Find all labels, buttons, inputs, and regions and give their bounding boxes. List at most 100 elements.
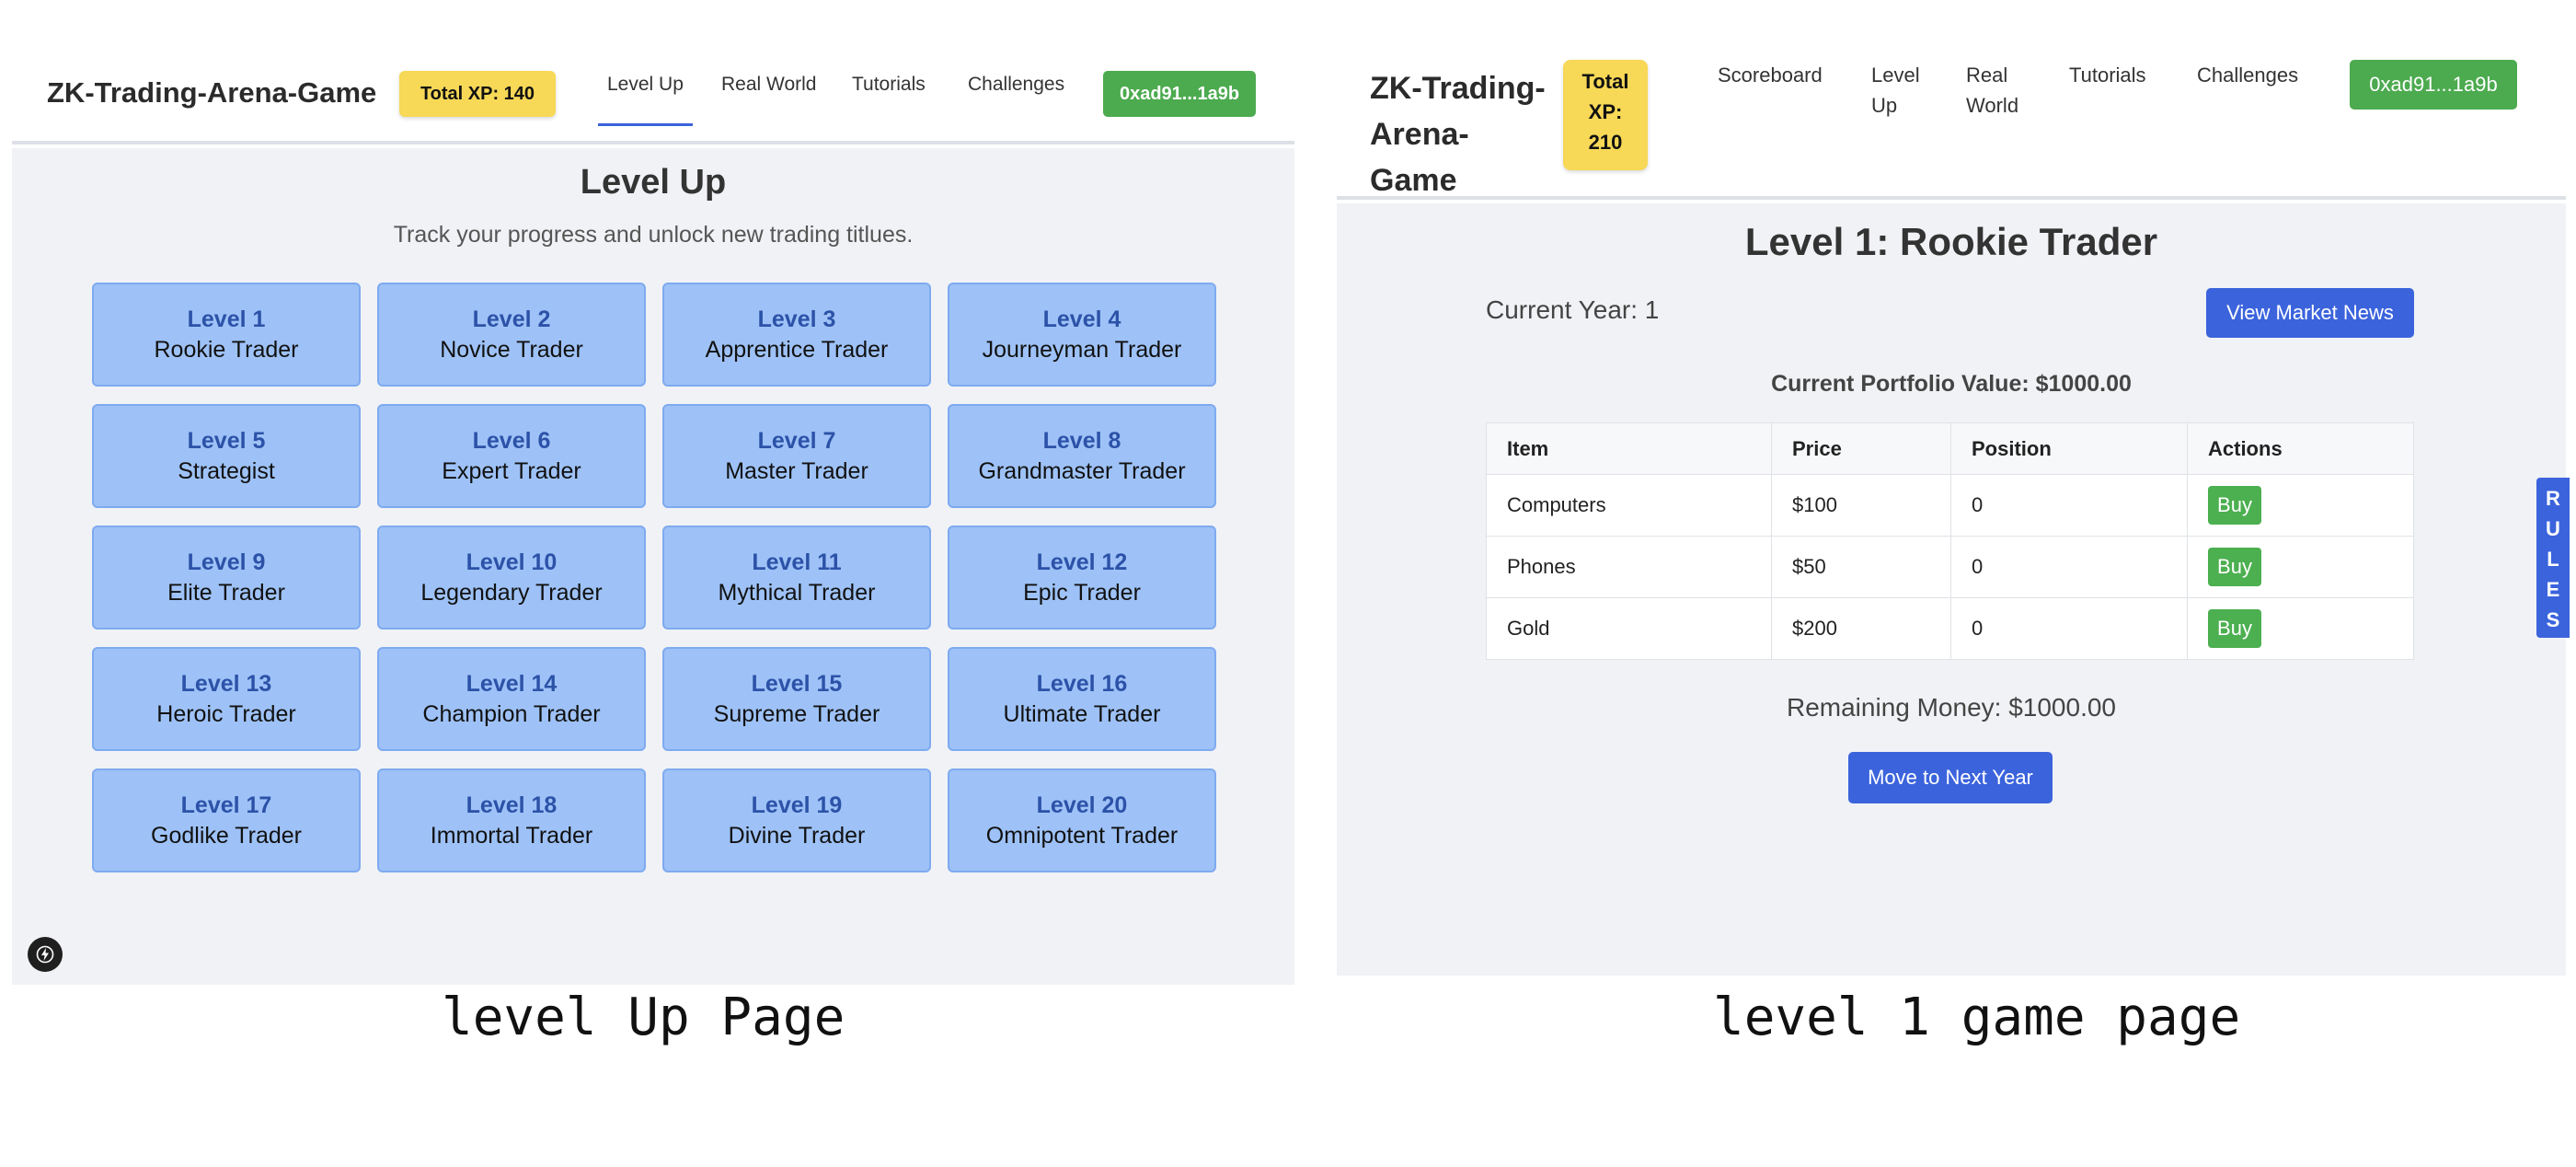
- column-header-item: Item: [1486, 422, 1772, 475]
- level-card[interactable]: Level 8 Grandmaster Trader: [948, 404, 1216, 508]
- level-number: Level 12: [1036, 549, 1128, 575]
- nav-level-up[interactable]: Level Up: [1871, 60, 1920, 121]
- view-market-news-button[interactable]: View Market News: [2206, 288, 2414, 338]
- level-card[interactable]: Level 5 Strategist: [92, 404, 361, 508]
- nav-label: Scoreboard: [1718, 64, 1823, 87]
- level-title: Immortal Trader: [430, 822, 593, 849]
- level-title: Expert Trader: [442, 457, 581, 484]
- level-title: Divine Trader: [728, 822, 866, 849]
- level-1-game-page-screenshot: ZK-Trading- Arena-Game Total XP: 210 Sco…: [1337, 52, 2570, 976]
- level-card[interactable]: Level 20 Omnipotent Trader: [948, 768, 1216, 872]
- level-card[interactable]: Level 18 Immortal Trader: [377, 768, 646, 872]
- level-card[interactable]: Level 3 Apprentice Trader: [662, 283, 931, 387]
- price-cell: $100: [1771, 474, 1951, 537]
- brand-line: ZK-Trading-: [1370, 71, 1546, 106]
- position-cell: 0: [1950, 597, 2188, 660]
- level-title: Strategist: [178, 457, 275, 484]
- level-number: Level 14: [466, 670, 558, 697]
- level-card[interactable]: Level 12 Epic Trader: [948, 526, 1216, 630]
- level-number: Level 3: [757, 306, 836, 332]
- xp-badge-value: 210: [1588, 131, 1623, 154]
- nav-label: Level: [1871, 64, 1920, 87]
- level-up-page-screenshot: ZK-Trading-Arena-Game Total XP: 140 Leve…: [12, 52, 1294, 985]
- position-cell: 0: [1950, 474, 2188, 537]
- total-xp-badge: Total XP: 140: [399, 71, 556, 117]
- brand-title[interactable]: ZK-Trading-Arena-Game: [47, 76, 376, 110]
- level-card[interactable]: Level 19 Divine Trader: [662, 768, 931, 872]
- level-number: Level 2: [472, 306, 551, 332]
- level-card[interactable]: Level 7 Master Trader: [662, 404, 931, 508]
- page-subtitle: Track your progress and unlock new tradi…: [393, 222, 914, 248]
- level-card[interactable]: Level 9 Elite Trader: [92, 526, 361, 630]
- level-number: Level 11: [752, 549, 842, 575]
- level-title: Level 1: Rookie Trader: [1744, 220, 2158, 263]
- level-number: Level 19: [751, 791, 843, 818]
- level-title: Rookie Trader: [154, 336, 299, 363]
- buy-button[interactable]: Buy: [2208, 486, 2261, 525]
- level-card[interactable]: Level 15 Supreme Trader: [662, 647, 931, 751]
- nav-challenges[interactable]: Challenges: [2197, 60, 2298, 90]
- remaining-money-label: Remaining Money: $1000.00: [1786, 693, 2116, 722]
- actions-cell: Buy: [2187, 536, 2414, 598]
- bolt-icon[interactable]: [28, 937, 63, 972]
- level-number: Level 13: [180, 670, 272, 697]
- table-row: Phones $50 0 Buy: [1486, 536, 2414, 598]
- level-title: Champion Trader: [422, 700, 601, 727]
- level-card[interactable]: Level 11 Mythical Trader: [662, 526, 931, 630]
- wallet-address-button[interactable]: 0xad91...1a9b: [1103, 71, 1256, 117]
- item-cell: Computers: [1486, 474, 1772, 537]
- nav-label: Challenges: [2197, 64, 2299, 87]
- rules-letter: L: [2547, 548, 2559, 571]
- brand-title[interactable]: ZK-Trading- Arena-Game: [1370, 65, 1554, 203]
- nav-scoreboard[interactable]: Scoreboard: [1718, 60, 1823, 90]
- level-number: Level 7: [757, 427, 836, 454]
- price-cell: $50: [1771, 536, 1951, 598]
- level-card[interactable]: Level 4 Journeyman Trader: [948, 283, 1216, 387]
- level-card[interactable]: Level 14 Champion Trader: [377, 647, 646, 751]
- level-number: Level 8: [1042, 427, 1121, 454]
- level-number: Level 9: [187, 549, 266, 575]
- level-title: Novice Trader: [440, 336, 583, 363]
- level-title: Master Trader: [725, 457, 868, 484]
- rules-letter: E: [2546, 578, 2560, 601]
- level-card[interactable]: Level 2 Novice Trader: [377, 283, 646, 387]
- trading-table: Item Price Position Actions Computers $1…: [1486, 422, 2414, 660]
- actions-cell: Buy: [2187, 597, 2414, 660]
- nav-real-world[interactable]: Real World: [721, 74, 816, 96]
- level-card[interactable]: Level 13 Heroic Trader: [92, 647, 361, 751]
- table-row: Computers $100 0 Buy: [1486, 474, 2414, 537]
- level-number: Level 5: [187, 427, 266, 454]
- nav-label: Real: [1966, 64, 2008, 87]
- price-cell: $200: [1771, 597, 1951, 660]
- nav-real-world[interactable]: Real World: [1966, 60, 2018, 121]
- column-header-price: Price: [1771, 422, 1951, 475]
- level-card[interactable]: Level 10 Legendary Trader: [377, 526, 646, 630]
- xp-badge-line: Total: [1581, 70, 1629, 93]
- level-number: Level 6: [472, 427, 551, 454]
- buy-button[interactable]: Buy: [2208, 548, 2261, 586]
- nav-level-up[interactable]: Level Up: [598, 74, 693, 126]
- column-header-position: Position: [1950, 422, 2188, 475]
- move-to-next-year-button[interactable]: Move to Next Year: [1848, 752, 2053, 803]
- nav-challenges[interactable]: Challenges: [968, 74, 1064, 96]
- level-card[interactable]: Level 17 Godlike Trader: [92, 768, 361, 872]
- level-grid: Level 1 Rookie Trader Level 2 Novice Trader…: [92, 283, 1218, 872]
- xp-badge-line: XP:: [1588, 100, 1623, 123]
- level-card[interactable]: Level 6 Expert Trader: [377, 404, 646, 508]
- wallet-address-button[interactable]: 0xad91...1a9b: [2350, 60, 2517, 110]
- level-card[interactable]: Level 1 Rookie Trader: [92, 283, 361, 387]
- level-title: Journeyman Trader: [982, 336, 1182, 363]
- level-number: Level 10: [466, 549, 558, 575]
- column-header-actions: Actions: [2187, 422, 2414, 475]
- rules-side-tab[interactable]: R U L E S: [2536, 478, 2570, 638]
- item-cell: Phones: [1486, 536, 1772, 598]
- buy-button[interactable]: Buy: [2208, 609, 2261, 648]
- level-number: Level 16: [1036, 670, 1128, 697]
- level-card[interactable]: Level 16 Ultimate Trader: [948, 647, 1216, 751]
- nav-tutorials[interactable]: Tutorials: [852, 74, 926, 96]
- nav-tutorials[interactable]: Tutorials: [2069, 60, 2146, 90]
- current-year-label: Current Year: 1: [1486, 295, 1660, 324]
- level-number: Level 17: [180, 791, 272, 818]
- top-navbar: ZK-Trading- Arena-Game Total XP: 210 Sco…: [1337, 52, 2566, 200]
- brand-line: Arena-Game: [1370, 117, 1469, 198]
